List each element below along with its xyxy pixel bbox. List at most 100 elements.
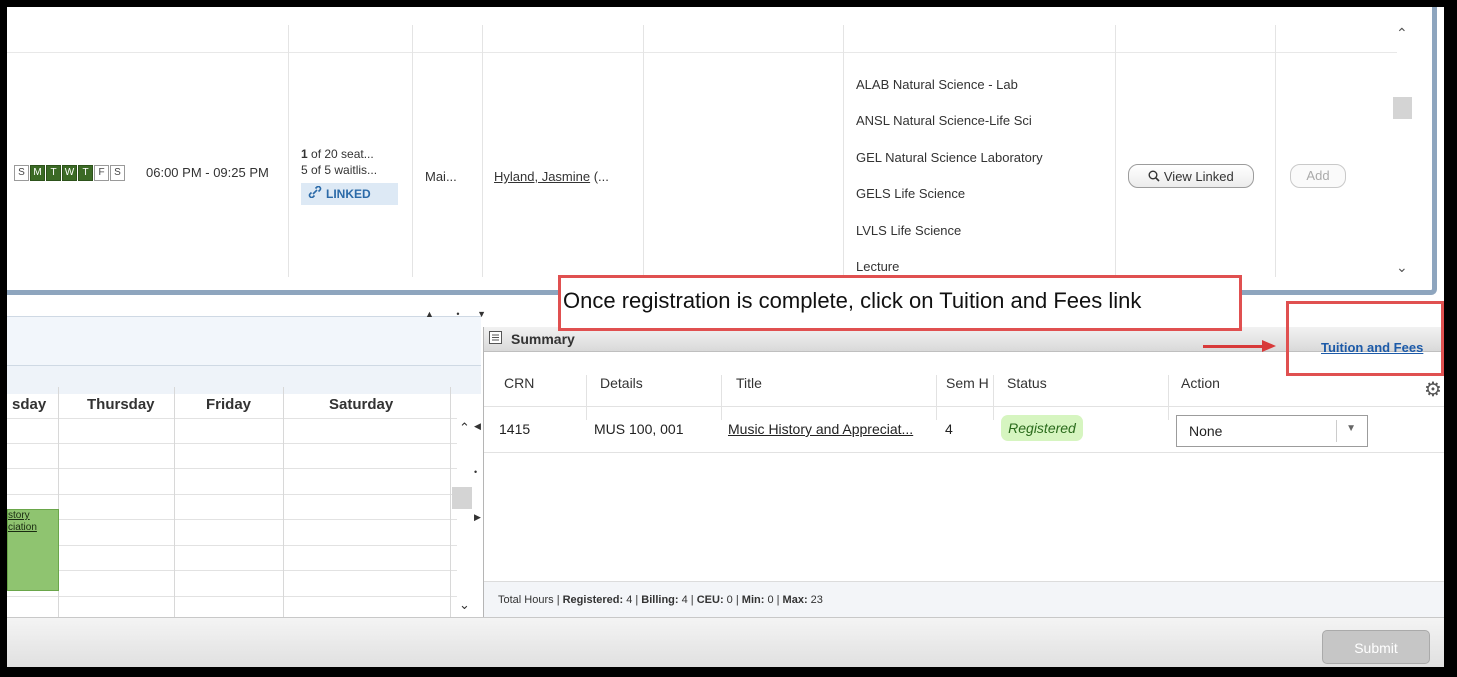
attribute-item: GEL Natural Science Laboratory [856,149,1043,165]
calendar-grid-line [7,468,457,469]
chevron-down-icon[interactable]: ▼ [1346,423,1356,434]
event-line: story [8,510,30,521]
arrow-right-icon [1262,340,1276,352]
calendar-grid-line [7,494,457,495]
calendar-grid-line [7,443,457,444]
day-saturday: S [110,165,125,181]
billing-value: 4 | [678,594,697,606]
column-divider [412,25,413,277]
instructor-cell[interactable]: Hyland, Jasmine (... [494,169,609,184]
day-sunday: S [14,165,29,181]
max-label: Max: [782,594,808,606]
calendar-subheader [7,366,481,394]
ceu-value: 0 | [723,594,742,606]
ceu-label: CEU: [696,594,724,606]
add-button[interactable]: Add [1290,164,1346,188]
calendar-grid-line [7,545,457,546]
header-details[interactable]: Details [600,375,643,391]
row-title-link[interactable]: Music History and Appreciat... [728,421,913,437]
calendar-event[interactable]: story ciation [7,509,59,591]
view-linked-label: View Linked [1163,169,1234,184]
totals-label: Total Hours | [498,594,563,606]
instruction-callout-text: Once registration is complete, click on … [563,288,1142,313]
screenshot-frame: S M T W T F S 06:00 PM - 09:25 PM 1 of 2… [0,0,1457,677]
header-status[interactable]: Status [1007,375,1047,391]
calendar-scroll-down-icon[interactable]: ⌄ [459,597,470,613]
registration-app: S M T W T F S 06:00 PM - 09:25 PM 1 of 2… [7,7,1444,667]
calendar-scroll-thumb[interactable] [452,487,472,509]
panel-resize-arrows[interactable]: ▲ • ▼ [425,309,486,319]
instructor-suffix: (... [590,169,609,184]
submit-button[interactable]: Submit [1322,630,1430,664]
collapse-right-icon[interactable]: ▶ [474,512,481,523]
view-linked-button[interactable]: View Linked [1128,164,1254,188]
summary-title: Summary [511,331,575,347]
header-title[interactable]: Title [736,375,762,391]
results-scrollbar[interactable]: ⌃ ⌄ [1390,19,1416,277]
tuition-link-highlight [1286,301,1444,376]
min-label: Min: [741,594,765,606]
calendar-grid-line [7,418,457,419]
min-value: 0 | [764,594,783,606]
row-details: MUS 100, 001 [594,421,684,437]
status-badge: Registered [1001,415,1083,441]
calendar-grid-line [7,570,457,571]
attribute-item: LVLS Life Science [856,222,962,238]
action-select[interactable]: None ▼ [1176,415,1368,447]
table-row: 1415 MUS 100, 001 Music History and Appr… [484,407,1444,453]
column-divider [643,25,644,277]
meeting-days: S M T W T F S [14,165,125,181]
total-hours-summary: Total Hours | Registered: 4 | Billing: 4… [498,594,823,606]
callout-arrow-shaft [1203,345,1263,348]
panel-splitter[interactable]: ◀ • ▶ [474,417,481,617]
calendar-grid-line [7,596,457,597]
summary-table-icon [489,331,502,347]
scroll-thumb[interactable] [1393,97,1412,119]
gear-icon[interactable]: ⚙ [1424,377,1442,402]
calendar-column-divider [174,387,175,617]
instructor-link[interactable]: Hyland, Jasmine [494,169,590,184]
seats-count: 1 [301,147,308,161]
day-friday: F [94,165,109,181]
scroll-up-icon[interactable]: ⌃ [1396,25,1408,42]
meeting-time: 06:00 PM - 09:25 PM [146,165,269,180]
action-selected-value: None [1189,423,1223,439]
select-divider [1336,420,1337,442]
linked-label: LINKED [326,187,371,201]
calendar-col-friday: Friday [206,396,252,413]
billing-label: Billing: [641,594,679,606]
attribute-item: GELS Life Science [856,186,966,202]
campus-cell: Mai... [425,169,457,184]
seat-availability: 1 of 20 seat... 5 of 5 waitlis... [301,146,377,178]
waitlist-text: 5 of 5 waitlis... [301,163,378,177]
column-divider [1115,25,1116,277]
search-icon [1148,169,1164,184]
day-tuesday: T [46,165,61,181]
calendar-grid-line [7,519,457,520]
row-crn: 1415 [499,421,531,437]
header-crn[interactable]: CRN [504,375,534,391]
column-divider [288,25,289,277]
column-divider [843,25,844,277]
section-results-panel: S M T W T F S 06:00 PM - 09:25 PM 1 of 2… [7,7,1437,295]
attribute-item: ALAB Natural Science - Lab [856,77,1018,92]
splitter-dot-icon: • [474,467,478,477]
column-divider [482,25,483,277]
day-thursday: T [78,165,93,181]
collapse-left-icon[interactable]: ◀ [474,421,481,432]
calendar-scroll-up-icon[interactable]: ⌃ [459,420,470,436]
registered-value: 4 | [623,594,642,606]
seats-text: of 20 seat... [307,147,374,161]
calendar-toolbar [7,316,481,366]
header-sem-hours[interactable]: Sem H [946,375,989,391]
calendar-column-divider [283,387,284,617]
header-action[interactable]: Action [1181,375,1220,391]
linked-badge[interactable]: LINKED [301,183,398,205]
scroll-down-icon[interactable]: ⌄ [1396,259,1408,276]
calendar-col-saturday: Saturday [329,396,394,413]
day-wednesday: W [62,165,77,181]
row-divider [7,52,1397,53]
column-divider [1275,25,1276,277]
registered-label: Registered: [562,594,624,606]
footer-bar: Submit [7,617,1444,667]
